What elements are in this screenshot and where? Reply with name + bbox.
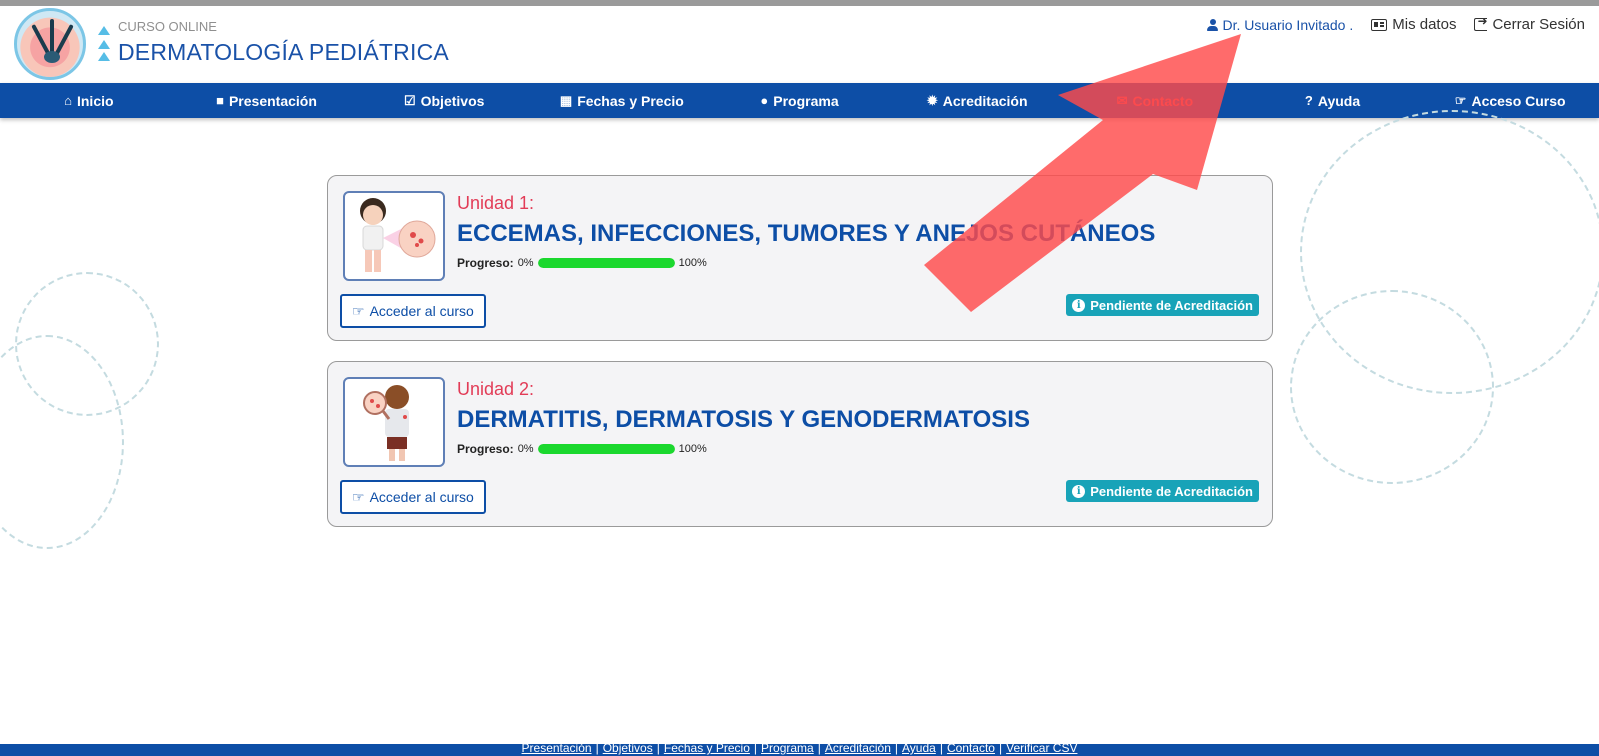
unit-2-illustration xyxy=(343,377,445,467)
progress-start: 0% xyxy=(517,257,534,269)
nav-item-objetivos[interactable]: ☑ Objetivos xyxy=(355,93,533,109)
my-data-label: Mis datos xyxy=(1392,16,1457,33)
nav-label: Inicio xyxy=(76,92,114,109)
progress-label: Progreso: xyxy=(457,442,514,456)
status-badge: i Pendiente de Acreditación xyxy=(1066,294,1259,316)
progress-row: Progreso: 0% 100% xyxy=(457,442,707,456)
status-text: Pendiente de Acreditación xyxy=(1090,297,1253,313)
nav-item-inicio[interactable]: ⌂ Inicio xyxy=(0,93,178,109)
brand-title[interactable]: DERMATOLOGÍA PEDIÁTRICA xyxy=(118,39,449,66)
progress-bar xyxy=(537,444,675,454)
user-doctor-icon: ● xyxy=(760,93,769,108)
footer-link[interactable]: Fechas y Precio xyxy=(664,744,750,755)
footer-link[interactable]: Ayuda xyxy=(902,744,936,755)
nav-label: Ayuda xyxy=(1317,92,1361,109)
footer-separator: | xyxy=(656,744,660,755)
progress-start: 0% xyxy=(517,443,534,455)
info-icon: i xyxy=(1072,298,1086,312)
triangle-icon xyxy=(98,26,110,35)
nav-item-fechas-precio[interactable]: ▦ Fechas y Precio xyxy=(533,93,711,109)
logo-icon[interactable] xyxy=(14,8,86,80)
nav-item-ayuda[interactable]: ? Ayuda xyxy=(1244,93,1422,109)
nav-item-acreditacion[interactable]: ✹ Acreditación xyxy=(888,93,1066,109)
footer-separator: | xyxy=(894,744,899,755)
nav-label: Contacto xyxy=(1132,92,1194,109)
progress-fill xyxy=(537,444,675,454)
footer-link[interactable]: Objetivos xyxy=(603,744,653,755)
nav-item-contacto[interactable]: ✉ Contacto xyxy=(1066,93,1244,109)
progress-fill xyxy=(537,258,675,268)
status-badge: i Pendiente de Acreditación xyxy=(1066,480,1259,502)
triangle-icon xyxy=(98,52,110,61)
access-label: Acceder al curso xyxy=(369,303,474,319)
unit-card-2: Unidad 2: DERMATITIS, DERMATOSIS Y GENOD… xyxy=(327,361,1273,527)
checkbox-icon: ☑ xyxy=(403,92,416,108)
unit-1-illustration xyxy=(343,191,445,281)
progress-label: Progreso: xyxy=(457,256,514,270)
header: CURSO ONLINE DERMATOLOGÍA PEDIÁTRICA Dr.… xyxy=(0,6,1599,84)
footer-links: Presentación | Objetivos | Fechas y Precio | P… xyxy=(0,744,1599,755)
hand-pointer-icon: ☞ xyxy=(352,488,365,505)
main-nav: ⌂ Inicio ■ Presentación ☑ Objetivos ▦ Fechas… xyxy=(0,83,1599,118)
footer-separator: | xyxy=(595,744,599,755)
footer-link[interactable]: Presentación xyxy=(522,744,592,755)
footer-link[interactable]: Verificar CSV xyxy=(1006,744,1077,755)
footer: Presentación | Objetivos | Fechas y Precio | P… xyxy=(0,744,1599,756)
progress-end: 100% xyxy=(678,443,707,455)
unit-card-1: Unidad 1: ECCEMAS, INFECCIONES, TUMORES … xyxy=(327,175,1273,341)
sign-out-icon xyxy=(1474,14,1488,31)
user-links: Dr. Usuario Invitado . Mis datos Cerrar … xyxy=(1206,14,1585,33)
hand-pointer-icon: ☞ xyxy=(352,302,365,319)
nav-item-programa[interactable]: ● Programa xyxy=(711,93,889,109)
nav-item-presentacion[interactable]: ■ Presentación xyxy=(178,93,356,109)
decorative-circle xyxy=(1290,290,1494,484)
nav-label: Programa xyxy=(773,92,839,109)
footer-separator: | xyxy=(939,744,943,755)
question-icon: ? xyxy=(1304,93,1313,108)
calendar-icon: ▦ xyxy=(559,92,573,108)
user-icon xyxy=(1206,18,1218,31)
hand-pointer-icon: ☞ xyxy=(1454,92,1467,108)
brand-subtitle: CURSO ONLINE xyxy=(118,19,217,34)
triangle-icon xyxy=(98,40,110,49)
id-card-icon xyxy=(1371,18,1388,31)
unit-label: Unidad 1: xyxy=(457,193,535,213)
logout-link[interactable]: Cerrar Sesión xyxy=(1474,14,1585,33)
logout-label: Cerrar Sesión xyxy=(1492,16,1585,33)
footer-link[interactable]: Contacto xyxy=(947,744,995,755)
home-icon: ⌂ xyxy=(64,93,72,108)
footer-separator: | xyxy=(817,744,821,755)
nav-label: Acreditación xyxy=(942,92,1028,109)
progress-end: 100% xyxy=(678,257,707,269)
nav-label: Acceso Curso xyxy=(1471,92,1566,109)
user-profile-link[interactable]: Dr. Usuario Invitado . xyxy=(1206,16,1354,33)
footer-separator: | xyxy=(753,744,758,755)
info-icon: i xyxy=(1072,484,1086,498)
footer-link[interactable]: Acreditación xyxy=(825,744,891,755)
nav-item-acceso-curso[interactable]: ☞ Acceso Curso xyxy=(1421,93,1599,109)
my-data-link[interactable]: Mis datos xyxy=(1371,16,1456,33)
unit-label: Unidad 2: xyxy=(457,379,535,399)
unit-title[interactable]: DERMATITIS, DERMATOSIS Y GENODERMATOSIS xyxy=(457,406,1030,434)
access-course-button[interactable]: ☞ Acceder al curso xyxy=(340,294,486,328)
progress-bar xyxy=(537,258,675,268)
envelope-icon: ✉ xyxy=(1116,92,1128,108)
progress-row: Progreso: 0% 100% xyxy=(457,256,707,270)
nav-label: Fechas y Precio xyxy=(577,92,684,109)
user-name: Dr. Usuario Invitado . xyxy=(1222,16,1354,33)
nav-label: Objetivos xyxy=(420,92,485,109)
footer-separator: | xyxy=(998,744,1003,755)
access-course-button[interactable]: ☞ Acceder al curso xyxy=(340,480,486,514)
unit-title[interactable]: ECCEMAS, INFECCIONES, TUMORES Y ANEJOS C… xyxy=(457,220,1155,248)
footer-link[interactable]: Programa xyxy=(761,744,814,755)
status-text: Pendiente de Acreditación xyxy=(1090,483,1253,499)
access-label: Acceder al curso xyxy=(369,489,474,505)
certificate-icon: ✹ xyxy=(926,92,938,108)
video-icon: ■ xyxy=(216,93,224,108)
nav-label: Presentación xyxy=(228,92,317,109)
